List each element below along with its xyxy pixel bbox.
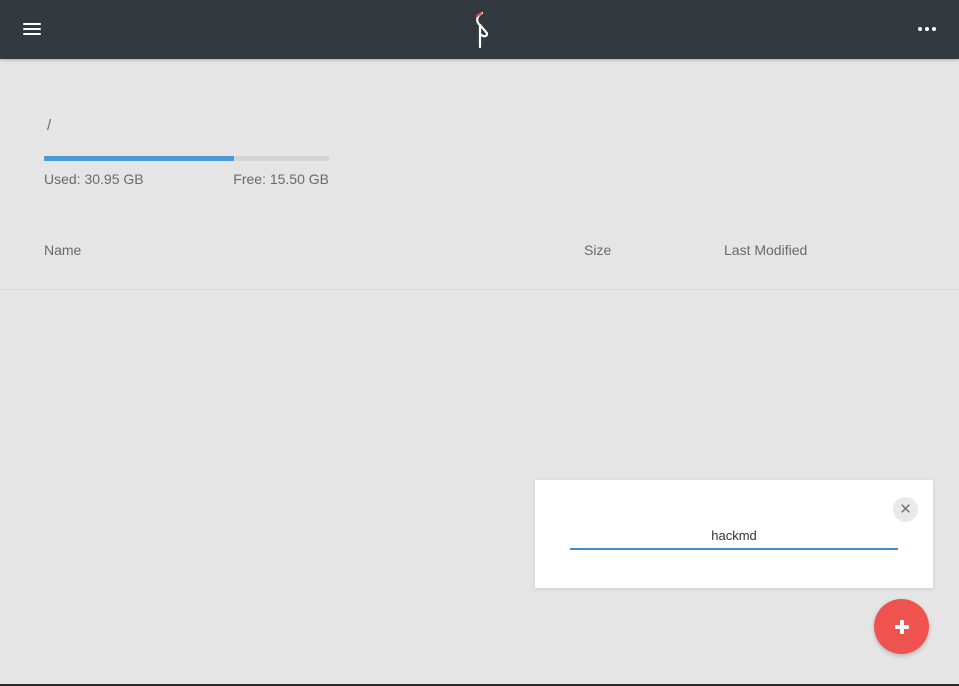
create-bucket-dialog: ✕ — [535, 480, 933, 588]
ellipsis-horizontal-icon — [918, 27, 922, 31]
hamburger-menu-icon — [23, 23, 41, 35]
object-list-header: Name Size Last Modified — [0, 222, 959, 290]
bucket-name-input[interactable] — [570, 518, 898, 550]
column-header-size[interactable]: Size — [584, 242, 611, 258]
storage-free-label: Free: 15.50 GB — [233, 171, 329, 187]
storage-progress-track — [44, 156, 329, 161]
plus-icon — [894, 619, 909, 634]
storage-progress-fill — [44, 156, 234, 161]
storage-labels: Used: 30.95 GB Free: 15.50 GB — [44, 171, 329, 187]
storage-used-label: Used: 30.95 GB — [44, 171, 144, 187]
app-root: / Used: 30.95 GB Free: 15.50 GB Name Siz… — [0, 0, 959, 686]
column-header-name[interactable]: Name — [44, 242, 81, 258]
current-path: / — [47, 117, 52, 134]
minio-logo-icon — [475, 11, 489, 49]
menu-button[interactable] — [18, 16, 46, 42]
add-button[interactable] — [874, 599, 929, 654]
close-icon: ✕ — [899, 501, 912, 518]
storage-usage: Used: 30.95 GB Free: 15.50 GB — [44, 156, 329, 187]
more-options-button[interactable] — [912, 16, 942, 42]
top-header — [0, 0, 959, 59]
column-header-last-modified[interactable]: Last Modified — [724, 242, 807, 258]
